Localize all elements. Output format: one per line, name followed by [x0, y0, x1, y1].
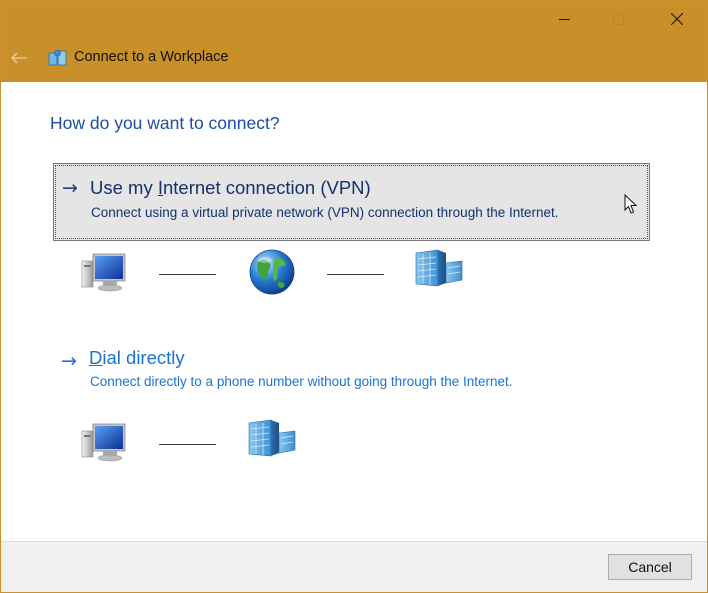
option-vpn[interactable]: → Use my Internet connection (VPN) Conne… [53, 163, 650, 241]
computer-icon [81, 253, 126, 292]
close-icon [671, 13, 683, 25]
connection-line [159, 274, 216, 275]
globe-icon [249, 249, 295, 295]
connection-line [327, 274, 384, 275]
option-vpn-title: Use my Internet connection (VPN) [90, 177, 371, 198]
option-dial-title: Dial directly [89, 347, 185, 368]
connect-to-workplace-window: Connect to a Workplace How do you want t… [0, 0, 708, 593]
title-bar: Connect to a Workplace [1, 1, 707, 82]
page-heading: How do you want to connect? [50, 113, 280, 133]
option-dial-description: Connect directly to a phone number witho… [90, 374, 513, 389]
maximize-button[interactable] [595, 1, 641, 37]
footer: Cancel [1, 541, 707, 592]
back-arrow-icon [10, 52, 27, 64]
option-vpn-description: Connect using a virtual private network … [91, 205, 559, 220]
minimize-button[interactable] [541, 1, 587, 37]
arrow-right-icon: → [62, 177, 78, 199]
window-title: Connect to a Workplace [74, 49, 229, 65]
office-building-icon [248, 419, 296, 457]
arrow-right-icon: → [61, 350, 77, 372]
back-button[interactable] [7, 47, 31, 69]
connection-line [159, 444, 216, 445]
computer-icon [81, 423, 126, 462]
mouse-cursor-icon [624, 194, 638, 214]
maximize-icon [612, 13, 624, 25]
option-dial-directly[interactable]: → Dial directly Connect directly to a ph… [53, 337, 650, 415]
office-building-icon [415, 249, 463, 287]
cancel-button[interactable]: Cancel [608, 554, 692, 580]
minimize-icon [558, 18, 570, 20]
network-connection-icon [48, 49, 67, 66]
close-button[interactable] [654, 1, 700, 37]
